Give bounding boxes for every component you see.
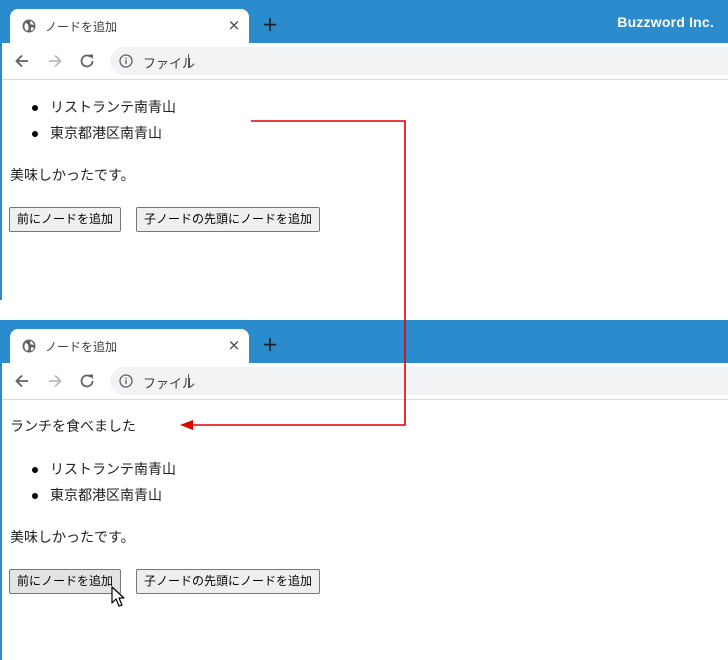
globe-icon	[22, 19, 36, 33]
browser-window-after: ノードを追加 × + ファイル ランチを食べました リストランテ南青山 東京都港…	[0, 320, 728, 660]
active-tab[interactable]: ノードを追加 ×	[10, 9, 249, 43]
address-bar[interactable]: ファイル	[110, 47, 728, 75]
close-icon[interactable]: ×	[226, 17, 242, 33]
prepend-child-button[interactable]: 子ノードの先頭にノードを追加	[136, 207, 321, 232]
list-item: リストランテ南青山	[32, 457, 176, 483]
list: リストランテ南青山 東京都港区南青山	[32, 457, 176, 509]
window-edge	[0, 0, 2, 300]
tab-title: ノードを追加	[45, 20, 118, 34]
list-item: 東京都港区南青山	[32, 121, 176, 147]
back-arrow-icon[interactable]	[12, 51, 32, 71]
address-separator	[188, 374, 189, 388]
plus-icon[interactable]: +	[261, 334, 279, 354]
info-icon[interactable]	[119, 374, 133, 388]
window-edge	[0, 320, 2, 660]
address-separator	[188, 54, 189, 68]
inserted-paragraph: ランチを食べました	[10, 419, 136, 435]
tab-strip: ノードを追加 × +	[0, 320, 728, 363]
reload-icon[interactable]	[77, 371, 97, 391]
tab-strip: ノードを追加 × + Buzzword Inc.	[0, 0, 728, 43]
brand-watermark: Buzzword Inc.	[617, 14, 714, 30]
insert-before-button[interactable]: 前にノードを追加	[9, 207, 122, 232]
paragraph-text: 美味しかったです。	[10, 530, 135, 546]
close-icon[interactable]: ×	[226, 337, 242, 353]
toolbar: ファイル	[0, 363, 728, 400]
insert-before-button[interactable]: 前にノードを追加	[9, 569, 122, 594]
list-item: 東京都港区南青山	[32, 483, 176, 509]
forward-arrow-icon[interactable]	[45, 371, 65, 391]
forward-arrow-icon[interactable]	[45, 51, 65, 71]
toolbar: ファイル	[0, 43, 728, 80]
back-arrow-icon[interactable]	[12, 371, 32, 391]
address-bar[interactable]: ファイル	[110, 367, 728, 395]
active-tab[interactable]: ノードを追加 ×	[10, 329, 249, 363]
tab-title: ノードを追加	[45, 340, 118, 354]
globe-icon	[22, 339, 36, 353]
reload-icon[interactable]	[77, 51, 97, 71]
list-item: リストランテ南青山	[32, 95, 176, 121]
paragraph-text: 美味しかったです。	[10, 168, 135, 184]
list: リストランテ南青山 東京都港区南青山	[32, 95, 176, 147]
plus-icon[interactable]: +	[261, 14, 279, 34]
info-icon[interactable]	[119, 54, 133, 68]
mouse-cursor-icon	[111, 586, 125, 607]
prepend-child-button[interactable]: 子ノードの先頭にノードを追加	[136, 569, 321, 594]
browser-window-before: ノードを追加 × + Buzzword Inc. ファイル リストランテ南青山 …	[0, 0, 728, 300]
